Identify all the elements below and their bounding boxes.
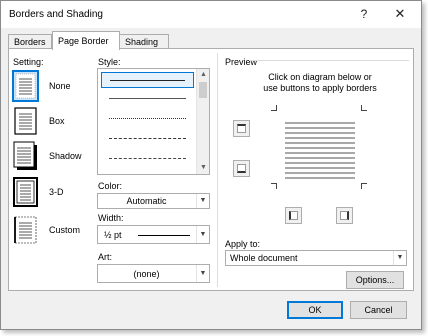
width-dropdown[interactable]: ½ pt ▼ — [97, 225, 210, 244]
setting-shadow[interactable]: Shadow — [13, 141, 93, 173]
style-label: Style: — [98, 57, 121, 67]
setting-none-icon — [12, 70, 39, 102]
cancel-button[interactable]: Cancel — [350, 301, 407, 319]
border-top-icon[interactable] — [233, 120, 250, 137]
close-icon[interactable]: ✕ — [389, 5, 411, 23]
scroll-thumb[interactable] — [199, 82, 207, 98]
setting-3d[interactable]: 3-D — [13, 177, 93, 209]
style-option-thin[interactable] — [101, 91, 194, 107]
setting-custom-icon — [14, 216, 37, 244]
width-label: Width: — [98, 213, 124, 223]
help-icon[interactable]: ? — [353, 5, 375, 23]
style-option-solid[interactable] — [101, 72, 194, 88]
art-label: Art: — [98, 252, 113, 262]
setting-3d-label: 3-D — [49, 187, 64, 197]
preview-instruction-2: use buttons to apply borders — [263, 83, 377, 93]
border-right-icon[interactable] — [336, 207, 353, 224]
tab-page-border[interactable]: Page Border — [52, 31, 120, 50]
page-border-panel: Setting: None Box Shadow 3-D Custom Styl… — [8, 48, 414, 291]
preview-diagram[interactable] — [285, 122, 355, 180]
setting-none[interactable]: None — [12, 70, 93, 103]
chevron-down-icon: ▼ — [393, 251, 406, 265]
width-sample-line — [138, 235, 190, 236]
preview-label: Preview — [225, 57, 258, 67]
apply-to-label: Apply to: — [225, 239, 261, 249]
preview-corner-bl — [271, 183, 277, 189]
setting-none-label: None — [49, 81, 71, 91]
options-button[interactable]: Options... — [346, 271, 404, 289]
borders-and-shading-dialog: Borders and Shading ? ✕ Borders Page Bor… — [0, 0, 422, 330]
border-left-icon[interactable] — [285, 207, 302, 224]
setting-custom-label: Custom — [49, 225, 81, 235]
art-value: (none) — [133, 269, 160, 279]
style-scrollbar[interactable]: ▲ ▼ — [196, 69, 209, 174]
color-value: Automatic — [126, 196, 167, 206]
style-listbox[interactable]: ▲ ▼ — [97, 68, 210, 175]
setting-box-label: Box — [49, 116, 65, 126]
setting-label: Setting: — [13, 57, 44, 67]
apply-to-value: Whole document — [230, 253, 298, 263]
setting-3d-icon — [13, 177, 38, 207]
style-option-dotted[interactable] — [101, 111, 194, 127]
preview-corner-tr — [361, 105, 367, 111]
title-bar: Borders and Shading ? ✕ — [1, 1, 421, 28]
chevron-down-icon: ▼ — [196, 226, 209, 243]
color-label: Color: — [98, 181, 123, 191]
scroll-down-icon[interactable]: ▼ — [197, 162, 209, 174]
setting-shadow-label: Shadow — [49, 151, 82, 161]
setting-shadow-icon — [13, 141, 37, 170]
style-option-dashed[interactable] — [101, 131, 194, 147]
apply-to-dropdown[interactable]: Whole document ▼ — [225, 250, 407, 266]
chevron-down-icon: ▼ — [196, 265, 209, 282]
setting-box-icon — [14, 107, 37, 135]
column-divider — [217, 53, 218, 287]
scroll-up-icon[interactable]: ▲ — [197, 69, 209, 81]
preview-corner-tl — [271, 105, 277, 111]
preview-corner-br — [361, 183, 367, 189]
setting-custom[interactable]: Custom — [13, 215, 93, 247]
chevron-down-icon: ▼ — [196, 194, 209, 208]
tab-shading[interactable]: Shading — [119, 34, 169, 49]
art-dropdown[interactable]: (none) ▼ — [97, 264, 210, 283]
border-bottom-icon[interactable] — [233, 160, 250, 177]
preview-rule — [249, 60, 409, 61]
style-option-dash-dot[interactable] — [101, 151, 194, 167]
tab-borders[interactable]: Borders — [8, 34, 52, 49]
dialog-title: Borders and Shading — [9, 9, 103, 20]
setting-box[interactable]: Box — [13, 106, 93, 138]
color-dropdown[interactable]: Automatic ▼ — [97, 193, 210, 209]
preview-instruction-1: Click on diagram below or — [268, 72, 372, 82]
ok-button[interactable]: OK — [287, 301, 343, 319]
